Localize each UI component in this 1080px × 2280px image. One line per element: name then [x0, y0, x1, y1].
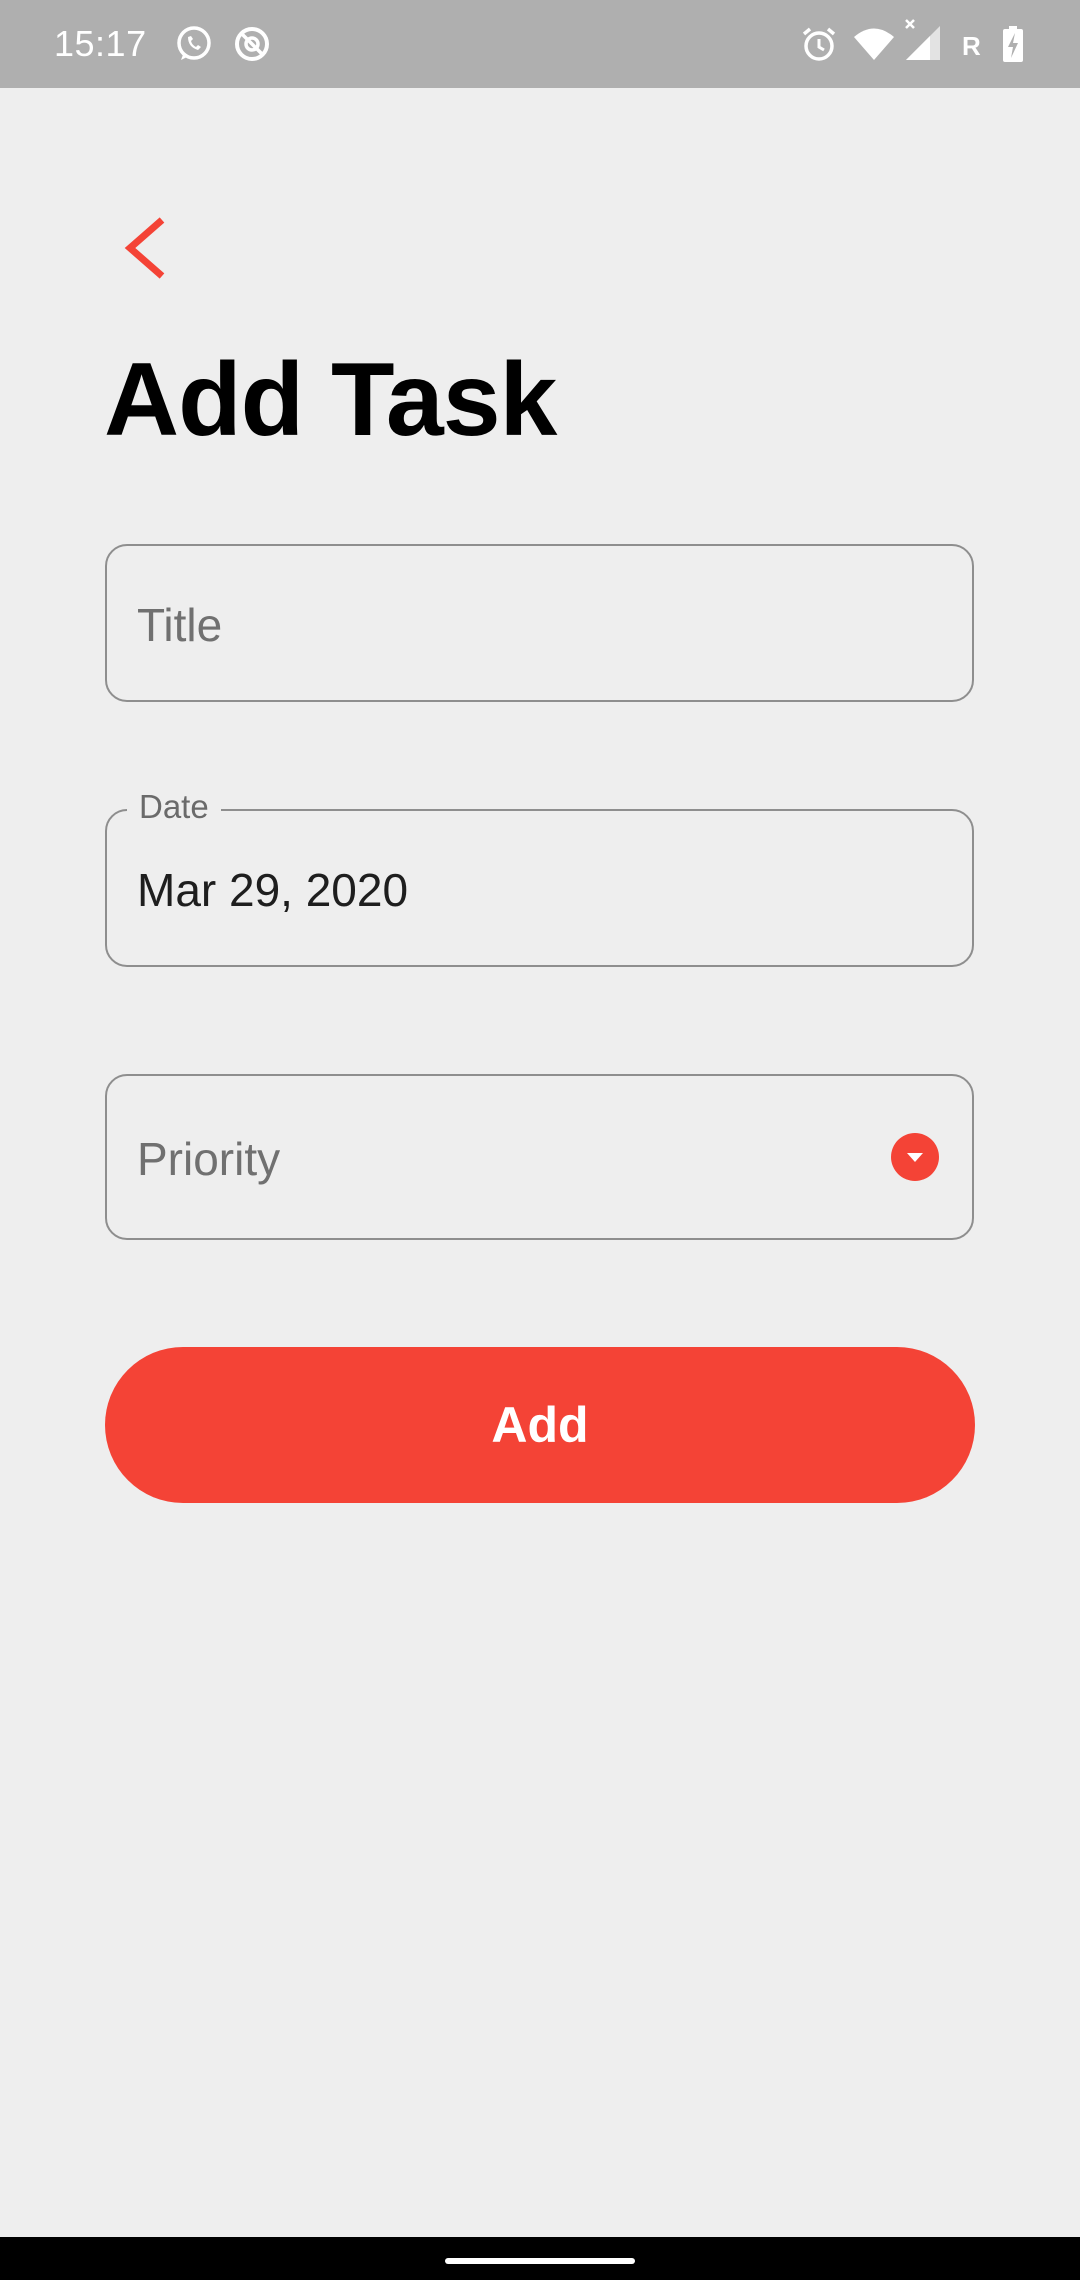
dropdown-arrow-icon[interactable] — [891, 1133, 939, 1181]
date-value: Mar 29, 2020 — [137, 864, 409, 916]
add-button[interactable]: Add — [105, 1347, 975, 1503]
page-title: Add Task — [104, 342, 557, 458]
battery-charging-icon — [997, 22, 1041, 66]
date-field[interactable]: Date Mar 29, 2020 — [105, 787, 974, 967]
network-type-label: R — [962, 31, 981, 61]
date-label: Date — [127, 787, 221, 827]
chevron-left-icon — [104, 200, 184, 296]
priority-placeholder: Priority — [137, 1133, 281, 1185]
alarm-icon — [797, 22, 841, 66]
home-indicator[interactable] — [445, 2258, 635, 2264]
signal-icon — [902, 18, 946, 62]
sync-icon — [230, 22, 274, 66]
status-time: 15:17 — [54, 23, 147, 64]
title-input[interactable]: Title — [105, 544, 974, 702]
back-button[interactable] — [104, 200, 184, 296]
priority-dropdown[interactable]: Priority — [105, 1074, 974, 1240]
whatsapp-icon — [172, 22, 216, 66]
status-bar: 15:17 R — [0, 0, 1080, 88]
title-placeholder: Title — [137, 599, 223, 651]
wifi-icon — [852, 22, 896, 66]
